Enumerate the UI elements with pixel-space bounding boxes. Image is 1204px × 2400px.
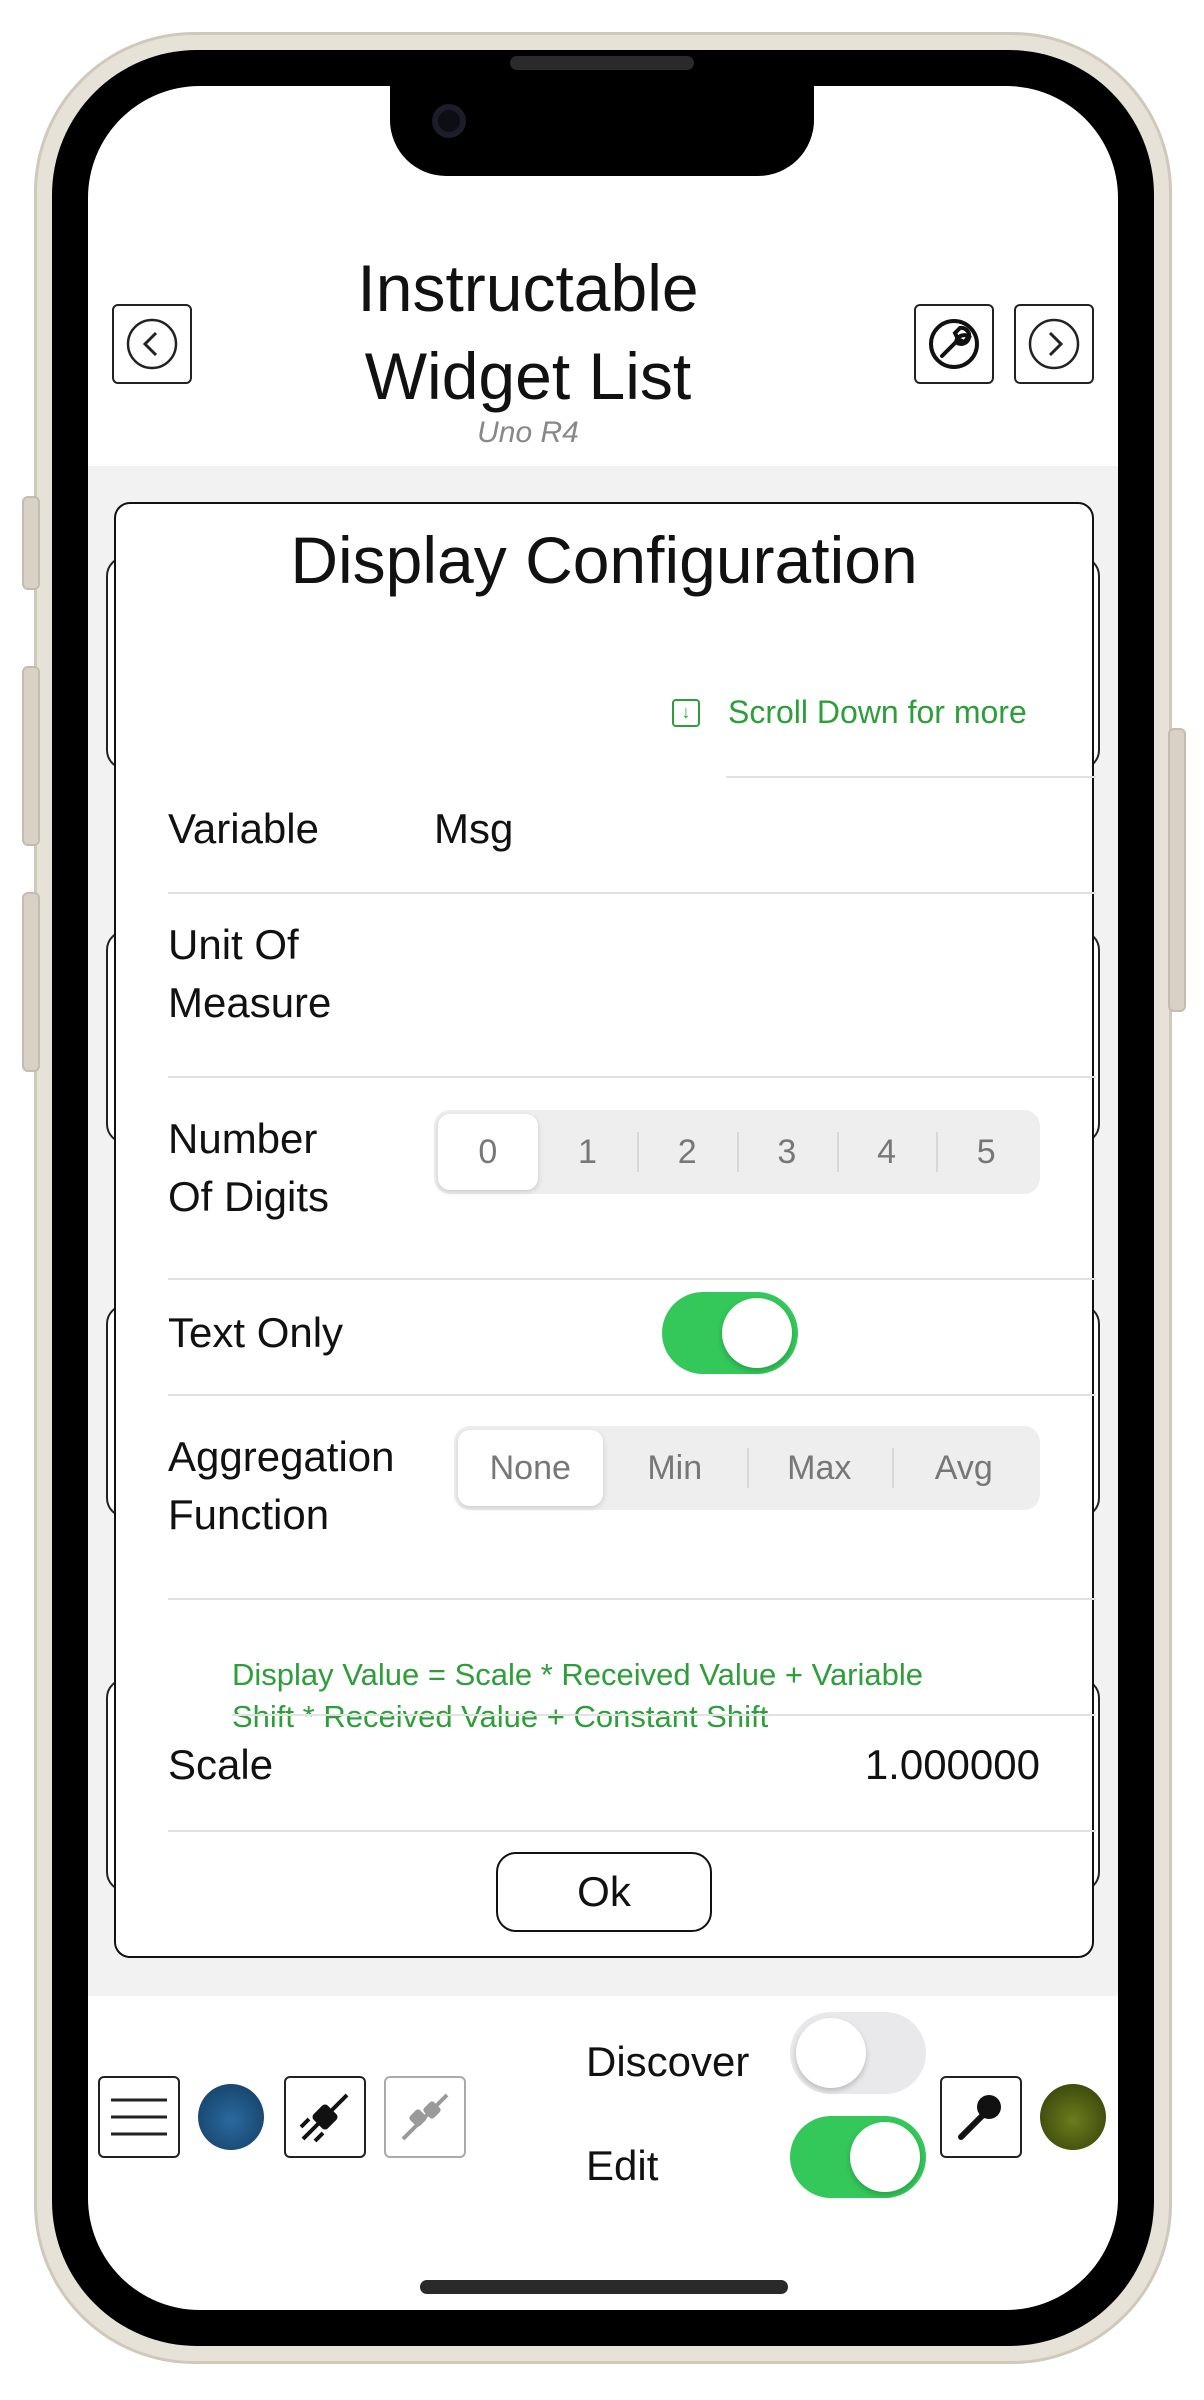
formula-line-2: Shift * Received Value + Constant Shift	[232, 1699, 769, 1734]
aggregation-option-max[interactable]: Max	[747, 1430, 892, 1506]
aggregation-label-line-2: Function	[168, 1491, 330, 1538]
menu-button[interactable]	[98, 2076, 180, 2158]
number-of-digits-label: Number Of Digits	[168, 1110, 329, 1226]
aggregation-function-label: Aggregation Function	[168, 1428, 395, 1544]
discover-toggle[interactable]	[790, 2012, 926, 2094]
aggregation-option-none[interactable]: None	[458, 1430, 603, 1506]
variable-value[interactable]: Msg	[434, 800, 513, 858]
unit-label-line-1: Unit Of	[168, 921, 299, 968]
divider	[168, 1394, 1096, 1396]
aggregation-option-avg[interactable]: Avg	[891, 1430, 1037, 1506]
text-only-label: Text Only	[168, 1309, 344, 1356]
scale-value[interactable]: 1.000000	[716, 1736, 1040, 1794]
aggregation-option-min[interactable]: Min	[603, 1430, 748, 1506]
screen: Instructable Widget List Uno R4 Display …	[88, 86, 1118, 2310]
digits-label-line-2: Of Digits	[168, 1173, 330, 1220]
connection-status-light	[198, 2084, 264, 2150]
front-camera	[432, 104, 466, 138]
digits-option-2[interactable]: 2	[637, 1114, 737, 1190]
chevron-left-icon	[126, 318, 178, 370]
formula-note: Display Value = Scale * Received Value +…	[232, 1654, 1012, 1738]
divider	[168, 1830, 1096, 1832]
ok-button[interactable]: Ok	[496, 1852, 712, 1932]
home-indicator	[420, 2280, 788, 2294]
disconnect-button[interactable]	[384, 2076, 466, 2158]
digits-option-5[interactable]: 5	[936, 1114, 1036, 1190]
edit-toggle[interactable]	[790, 2116, 926, 2198]
aggregation-segmented-control: None Min Max Avg	[454, 1426, 1040, 1510]
display-configuration-dialog: Display Configuration ↓ Scroll Down for …	[114, 502, 1096, 1958]
divider	[168, 1278, 1096, 1280]
settings-button[interactable]	[914, 304, 994, 384]
toggle-knob	[796, 2018, 866, 2088]
unit-of-measure-field[interactable]	[434, 944, 1034, 1002]
number-of-digits-segmented-control: 0 1 2 3 4 5	[434, 1110, 1040, 1194]
scroll-hint-label: Scroll Down for more	[728, 694, 1027, 730]
device-subtitle: Uno R4	[477, 416, 579, 449]
variable-label: Variable	[168, 805, 319, 852]
edit-label: Edit	[586, 2142, 659, 2189]
unit-of-measure-label: Unit Of Measure	[168, 916, 331, 1032]
hamburger-menu-icon	[111, 2098, 167, 2136]
scale-label: Scale	[168, 1741, 274, 1788]
connect-button[interactable]	[284, 2076, 366, 2158]
microphone-icon	[958, 2095, 1001, 2140]
dialog-title: Display Configuration	[290, 523, 918, 597]
unit-label-line-2: Measure	[168, 979, 332, 1026]
plug-icon	[299, 2093, 349, 2143]
microphone-button[interactable]	[940, 2076, 1022, 2158]
digits-option-1[interactable]: 1	[538, 1114, 638, 1190]
volume-down-button	[22, 892, 40, 1072]
chevron-right-icon	[1028, 318, 1080, 370]
toggle-knob	[850, 2122, 920, 2192]
title-line-1: Instructable	[357, 251, 699, 325]
text-only-toggle[interactable]	[662, 1292, 798, 1374]
page-title: Instructable Widget List	[288, 244, 768, 420]
discover-label: Discover	[586, 2038, 750, 2085]
aggregation-label-line-1: Aggregation	[168, 1433, 395, 1480]
volume-up-button	[22, 666, 40, 846]
digits-label-line-1: Number	[168, 1115, 318, 1162]
divider	[726, 776, 1096, 778]
digits-option-0[interactable]: 0	[438, 1114, 538, 1190]
divider	[168, 1598, 1096, 1600]
voice-status-light	[1040, 2084, 1106, 2150]
title-line-2: Widget List	[364, 339, 692, 413]
power-button	[1168, 728, 1186, 1012]
divider	[168, 1076, 1096, 1078]
mute-switch	[22, 496, 40, 590]
scroll-hint: ↓ Scroll Down for more	[672, 694, 1027, 731]
formula-line-1: Display Value = Scale * Received Value +…	[232, 1657, 924, 1692]
digits-option-4[interactable]: 4	[836, 1114, 937, 1190]
plug-disabled-icon	[401, 2093, 449, 2141]
divider	[232, 1714, 1096, 1716]
divider	[168, 892, 1096, 894]
arrow-down-box-icon: ↓	[672, 698, 700, 727]
back-button[interactable]	[112, 304, 192, 384]
wrench-icon	[929, 319, 979, 369]
digits-option-3[interactable]: 3	[737, 1114, 837, 1190]
forward-button[interactable]	[1014, 304, 1094, 384]
toggle-knob	[722, 1298, 792, 1368]
speaker-grille	[510, 56, 694, 70]
